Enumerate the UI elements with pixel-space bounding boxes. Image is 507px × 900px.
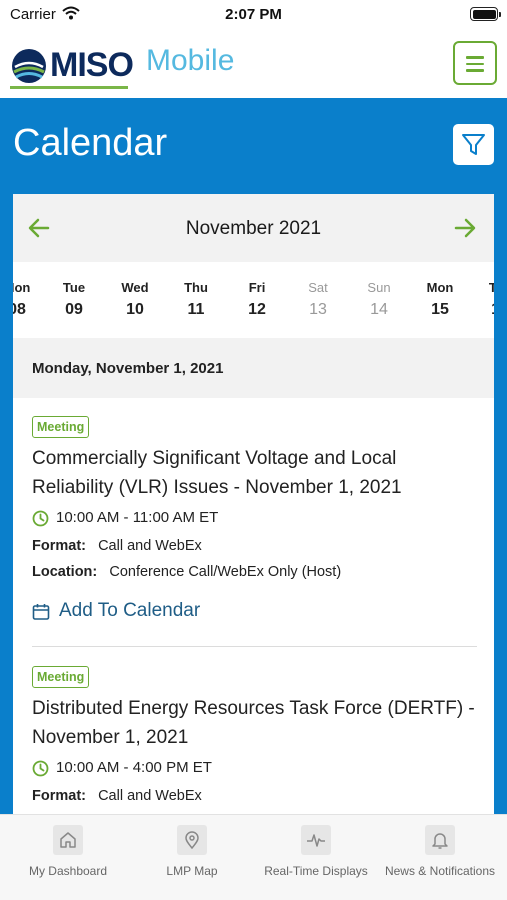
day-cell[interactable]: Mon 15 [414,280,466,319]
day-cell[interactable]: Sun 14 [353,280,405,319]
day-name: Fri [248,280,266,295]
calendar-card: November 2021 Mon 08 Tue 09 Wed 10 Thu 1… [13,194,494,814]
event-format-row: Format: Call and WebEx [32,788,477,804]
page-title: Calendar [13,122,168,164]
logo-underline [10,86,128,89]
map-pin-icon [177,825,207,855]
day-number: 16 [474,301,494,319]
location-label: Location: [32,564,98,580]
event-time-row: 10:00 AM - 4:00 PM ET [32,758,477,778]
menu-button[interactable] [453,41,497,85]
day-cell[interactable]: Tue 16 [474,280,494,319]
day-number: 10 [126,301,144,318]
day-name: Wed [121,280,149,295]
home-icon [53,825,83,855]
day-number: 12 [248,301,266,318]
format-value: Call and WebEx [98,538,202,554]
day-cell[interactable]: Wed 10 [109,280,161,319]
add-to-calendar-button[interactable]: Add To Calendar [32,600,477,624]
tab-real-time-displays[interactable]: Real-Time Displays [253,825,379,878]
menu-line [466,62,484,65]
format-value: Call and WebEx [98,788,202,804]
tab-news-notifications[interactable]: News & Notifications [377,825,503,878]
day-name: Tue [62,280,86,295]
app-header: MISO Mobile [0,30,507,98]
event-location-row: Location: Conference Call/WebEx Only (Ho… [32,564,477,580]
bell-icon [425,825,455,855]
menu-line [466,56,484,59]
menu-line [466,69,484,72]
event-format-row: Format: Call and WebEx [32,538,477,554]
day-cell[interactable]: Mon 08 [13,280,43,319]
tab-my-dashboard[interactable]: My Dashboard [5,825,131,878]
add-to-calendar-label: Add To Calendar [59,600,201,621]
day-name: Tue [488,280,494,295]
miso-logo: MISO [10,42,134,89]
tab-label: My Dashboard [28,864,108,878]
app-name: Mobile [146,44,235,77]
format-label: Format: [32,538,86,554]
event-time: 10:00 AM - 4:00 PM ET [56,759,212,776]
logo-text: MISO [50,46,134,84]
day-cell[interactable]: Tue 09 [48,280,100,319]
event-time-row: 10:00 AM - 11:00 AM ET [32,508,477,528]
day-cell[interactable]: Sat 13 [292,280,344,319]
day-cell[interactable]: Fri 12 [231,280,283,319]
filter-icon [462,134,485,155]
month-navigation: November 2021 [13,194,494,262]
day-name: Sun [367,280,391,295]
month-label: November 2021 [185,218,322,239]
day-number: 14 [370,301,388,318]
event-item[interactable]: Meeting Commercially Significant Voltage… [32,416,477,624]
event-item[interactable]: Meeting Distributed Energy Resources Tas… [32,666,477,804]
day-name: Sat [308,280,328,295]
clock-icon [32,510,49,532]
event-title[interactable]: Distributed Energy Resources Task Force … [32,694,477,752]
tab-lmp-map[interactable]: LMP Map [129,825,255,878]
tab-label: News & Notifications [384,864,496,878]
day-name: Thu [184,280,208,295]
selected-date-header: Monday, November 1, 2021 [13,338,494,398]
day-name: Mon [426,280,454,295]
event-time: 10:00 AM - 11:00 AM ET [56,509,219,526]
event-title[interactable]: Commercially Significant Voltage and Loc… [32,444,477,502]
clock-icon [32,760,49,782]
selected-date: Monday, November 1, 2021 [32,360,224,377]
next-month-arrow-icon[interactable] [453,216,477,245]
event-divider [32,646,477,647]
day-number: 13 [309,301,327,318]
day-number: 11 [187,301,205,318]
day-strip[interactable]: Mon 08 Tue 09 Wed 10 Thu 11 Fri 12 Sat 1… [13,262,494,338]
location-value: Conference Call/WebEx Only (Host) [109,564,342,580]
day-number: 08 [13,301,26,318]
calendar-icon [32,603,50,626]
tab-label: Real-Time Displays [264,864,368,878]
filter-button[interactable] [453,124,494,165]
battery-icon [470,7,501,21]
bottom-tab-bar: My Dashboard LMP Map Real-Time Displays … [0,814,507,900]
status-bar: Carrier 2:07 PM [0,0,507,30]
pulse-icon [301,825,331,855]
tab-label: LMP Map [166,864,218,878]
day-number: 15 [431,301,449,318]
status-time: 2:07 PM [225,6,282,23]
format-label: Format: [32,788,86,804]
event-type-badge: Meeting [32,416,90,438]
event-type-badge: Meeting [32,666,90,688]
day-name: Mon [13,280,31,295]
day-cell[interactable]: Thu 11 [170,280,222,319]
day-number: 09 [65,301,83,318]
